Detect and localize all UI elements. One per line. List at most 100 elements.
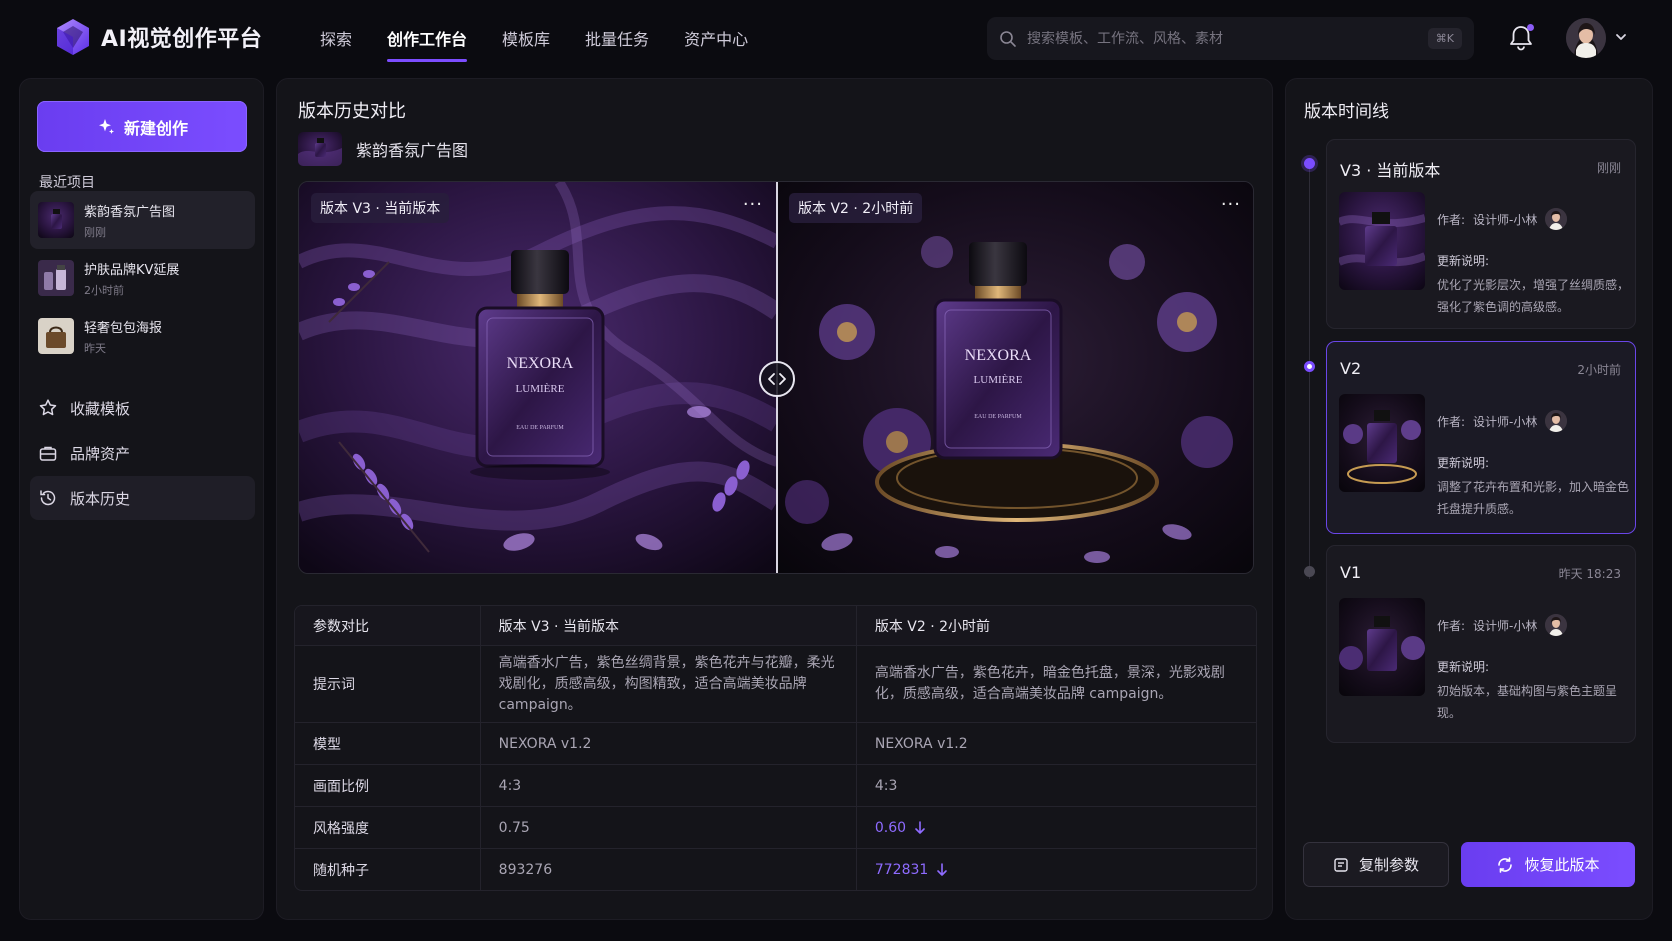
main-nav: 探索 创作工作台 模板库 批量任务 资产中心 [320,0,783,76]
recent-project-title: 轻奢包包海报 [84,320,163,336]
author-label: 作者: [1437,212,1466,227]
recent-projects-label: 最近项目 [39,175,95,191]
timeline-time: 昨天 18:23 [1558,567,1621,581]
logo-icon [57,19,89,55]
table-row: 画面比例 4:3 4:3 [295,764,1256,806]
nav-workbench[interactable]: 创作工作台 [387,0,468,76]
table-header-row: 参数对比 版本 V3 · 当前版本 版本 V2 · 2小时前 [295,606,1256,645]
prompt-v3-text: 高端香水广告，紫色丝绸背景，紫色花卉与花瓣，柔光戏剧化，质感高级，构图精致，适合… [498,654,835,713]
copy-params-button[interactable]: 复制参数 [1303,842,1449,887]
timeline-panel: 版本时间线 V3 · 当前版本 刚刚 作者: 设计师-小林 更新说明: 优化了光… [1285,78,1653,920]
prompt-v2-text: 高端香水广告，紫色花卉，暗金色托盘，景深，光影戏剧化，质感高级，适合高端美妆品牌… [874,665,1225,702]
version-thumbnail [1339,192,1425,290]
param-label: 模型 [313,736,341,753]
note-label: 更新说明: [1437,660,1490,674]
recent-project-item[interactable]: 紫韵香氛广告图 刚刚 [30,191,255,249]
timeline-dot-active [1304,158,1315,169]
version-thumbnail [1339,394,1425,492]
main-panel: 版本历史对比 紫韵香氛广告图 NEXORA LUMIÈRE EAU DE PAR… [276,78,1273,920]
recent-project-time: 刚刚 [84,225,106,239]
timeline-card-v2[interactable]: V2 2小时前 作者: 设计师-小林 更新说明: 调整了花卉布置和光影，加入暗金… [1326,341,1636,534]
star-icon [39,399,57,416]
params-compare-table: 参数对比 版本 V3 · 当前版本 版本 V2 · 2小时前 提示词 高端香水广… [294,605,1257,891]
timeline-author: 作者: 设计师-小林 [1437,410,1568,432]
param-value-v2: 4:3 [855,765,1256,806]
copy-params-label: 复制参数 [1358,856,1419,874]
author-name: 设计师-小林 [1473,212,1538,227]
refresh-icon [1498,856,1513,873]
chevron-down-icon[interactable] [1614,30,1628,44]
timeline-author: 作者: 设计师-小林 [1437,208,1568,230]
sparkle-icon [98,118,114,134]
briefcase-icon [39,446,57,461]
param-label: 提示词 [313,677,355,693]
v3-more-options-button[interactable]: ··· [743,194,763,215]
search-bar: ⌘K [987,17,1474,60]
v2-more-options-button[interactable]: ··· [1221,194,1241,215]
changed-value-text: 772831 [874,861,929,878]
history-icon [40,490,56,506]
restore-version-label: 恢复此版本 [1524,856,1600,874]
timeline-note: 初始版本，基础构图与紫色主题呈现。 [1437,684,1618,720]
new-creation-button[interactable]: 新建创作 [37,101,247,152]
v3-version-tag: 版本 V3 · 当前版本 [311,193,450,223]
project-thumbnail [38,318,74,354]
timeline-version: V1 [1340,563,1362,582]
timeline-card-v3[interactable]: V3 · 当前版本 刚刚 作者: 设计师-小林 更新说明: 优化了光影层次，增强… [1326,139,1636,329]
timeline-time: 刚刚 [1596,161,1621,175]
timeline-card-v1[interactable]: V1 昨天 18:23 作者: 设计师-小林 更新说明: 初始版本，基础构图与紫… [1326,545,1636,743]
bottle-subbrand-text: LUMIÈRE [516,383,565,395]
nav-explore[interactable]: 探索 [320,0,352,76]
bottle-brand-text: NEXORA [507,355,574,372]
search-input[interactable] [1027,30,1428,47]
param-value-v2: 高端香水广告，紫色花卉，暗金色托盘，景深，光影戏剧化，质感高级，适合高端美妆品牌… [855,646,1256,722]
asset-thumbnail [298,132,342,166]
nav-batch-tasks[interactable]: 批量任务 [585,0,649,76]
param-label: 画面比例 [313,778,369,795]
new-creation-label: 新建创作 [123,118,188,138]
asset-name: 紫韵香氛广告图 [356,141,469,160]
recent-project-title: 紫韵香氛广告图 [84,204,176,220]
param-value-v3: 0.75 [479,807,856,848]
nav-asset-center[interactable]: 资产中心 [684,0,748,76]
timeline-line [1309,165,1310,579]
param-value-v3: 4:3 [479,765,856,806]
nav-templates[interactable]: 模板库 [502,0,550,76]
project-thumbnail [38,202,74,238]
asset-header: 紫韵香氛广告图 [298,132,468,166]
timeline-time: 2小时前 [1577,363,1621,377]
user-avatar[interactable] [1566,18,1606,58]
app-logo[interactable]: AI视觉创作平台 [55,18,262,56]
menu-favorite-templates[interactable]: 收藏模板 [30,386,255,430]
changed-value: 772831 [875,862,948,878]
bottle-brand-text: NEXORA [965,347,1032,364]
menu-version-history[interactable]: 版本历史 [30,476,255,520]
author-label: 作者: [1437,618,1466,633]
table-row: 模型 NEXORA v1.2 NEXORA v1.2 [295,722,1256,764]
bottle-subbrand-text: LUMIÈRE [974,374,1023,386]
recent-project-item[interactable]: 轻奢包包海报 昨天 [30,307,255,365]
v2-version-tag: 版本 V2 · 2小时前 [789,193,923,223]
timeline-dot [1304,566,1315,577]
compare-slider-handle[interactable] [759,361,795,397]
author-name: 设计师-小林 [1473,618,1538,633]
param-value-v3: 893276 [479,849,856,890]
menu-brand-assets[interactable]: 品牌资产 [30,431,255,475]
param-value-v2: 0.60 [855,807,1256,848]
timeline-note: 优化了光影层次，增强了丝绸质感，强化了紫色调的高级感。 [1437,278,1630,314]
notification-button[interactable] [1508,24,1534,52]
recent-project-item[interactable]: 护肤品牌KV延展 2小时前 [30,249,255,307]
bottle-eau-text: EAU DE PARFUM [516,425,564,431]
sidebar: 新建创作 最近项目 紫韵香氛广告图 刚刚 护肤品牌KV延展 2小时前 轻奢包包海… [19,78,264,920]
param-label: 随机种子 [313,862,369,879]
version-compare-viewer[interactable]: NEXORA LUMIÈRE EAU DE PARFUM 版本 V3 · 当前版… [298,181,1254,574]
notification-dot [1527,24,1534,31]
recent-project-time: 昨天 [84,341,106,355]
bottle-eau-text: EAU DE PARFUM [974,414,1022,420]
page-title: 版本历史对比 [298,101,406,122]
author-avatar [1545,614,1568,636]
copy-icon [1334,857,1348,872]
restore-version-button[interactable]: 恢复此版本 [1461,842,1635,887]
note-label: 更新说明: [1437,254,1490,268]
timeline-note: 调整了花卉布置和光影，加入暗金色托盘提升质感。 [1437,480,1630,516]
